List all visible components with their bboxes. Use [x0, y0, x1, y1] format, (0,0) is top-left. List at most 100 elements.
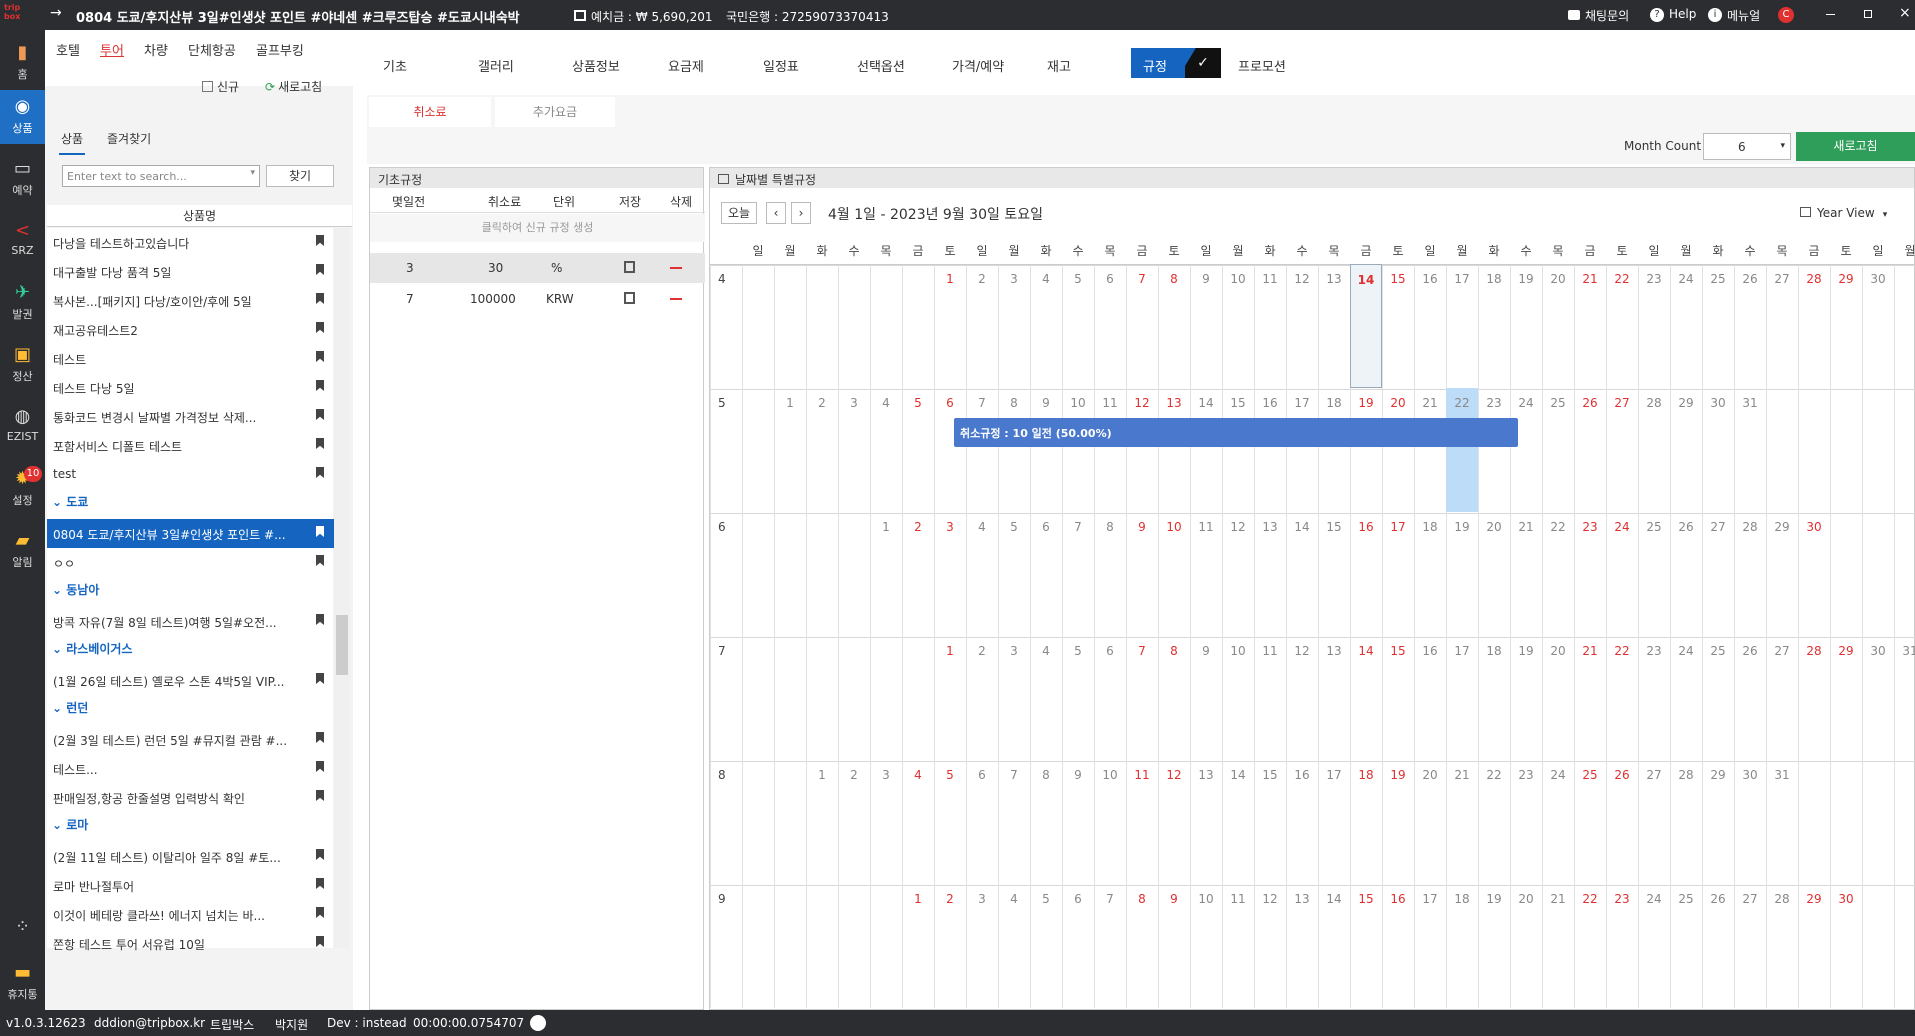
calendar-day[interactable]: 17 — [1286, 396, 1318, 410]
calendar-day[interactable]: 12 — [1158, 768, 1190, 782]
calendar-day[interactable]: 27 — [1766, 272, 1798, 286]
calendar-day[interactable]: 30 — [1862, 272, 1894, 286]
calendar-day[interactable]: 4 — [966, 520, 998, 534]
calendar-day[interactable]: 8 — [1126, 892, 1158, 906]
bookmark-icon[interactable] — [316, 438, 324, 449]
calendar-day[interactable]: 21 — [1542, 892, 1574, 906]
play-icon[interactable] — [530, 1015, 546, 1031]
calendar-day[interactable]: 5 — [934, 768, 966, 782]
refresh-button[interactable]: ⟳ 새로고침 — [265, 78, 322, 95]
tab-hotel[interactable]: 호텔 — [56, 40, 80, 59]
bookmark-icon[interactable] — [316, 907, 324, 918]
calendar-day[interactable]: 15 — [1318, 520, 1350, 534]
calendar-day[interactable]: 26 — [1734, 644, 1766, 658]
calendar-day[interactable]: 14 — [1350, 264, 1382, 388]
delete-icon[interactable] — [670, 298, 682, 300]
calendar-day[interactable]: 3 — [998, 644, 1030, 658]
next-button[interactable]: › — [791, 202, 811, 224]
calendar-day[interactable]: 29 — [1830, 272, 1862, 286]
scroll-thumb[interactable] — [336, 615, 348, 675]
bookmark-icon[interactable] — [316, 235, 324, 246]
calendar-day[interactable]: 15 — [1382, 644, 1414, 658]
calendar-day[interactable]: 10 — [1158, 520, 1190, 534]
calendar-day[interactable]: 9 — [1062, 768, 1094, 782]
tab-stock[interactable]: 재고 — [1047, 56, 1071, 75]
back-arrow-icon[interactable]: → — [50, 5, 62, 21]
calendar-day[interactable]: 23 — [1574, 520, 1606, 534]
calendar-day[interactable]: 19 — [1510, 272, 1542, 286]
calendar-day[interactable]: 28 — [1734, 520, 1766, 534]
calendar-day[interactable]: 9 — [1190, 644, 1222, 658]
calendar-day[interactable]: 31 — [1894, 644, 1915, 658]
list-item[interactable]: (1월 26일 테스트) 옐로우 스톤 4박5일 VIP... — [47, 666, 334, 695]
save-icon[interactable] — [624, 261, 635, 273]
calendar-day[interactable]: 26 — [1606, 768, 1638, 782]
list-item[interactable]: 테스트 — [47, 344, 334, 373]
calendar-day[interactable]: 3 — [870, 768, 902, 782]
list-item[interactable]: 복사본...[패키지] 다낭/호이안/후에 5일 — [47, 286, 334, 315]
find-button[interactable]: 찾기 — [266, 165, 334, 187]
calendar-day[interactable]: 10 — [1094, 768, 1126, 782]
calendar-day[interactable]: 10 — [1062, 396, 1094, 410]
tab-tour[interactable]: 투어 — [100, 40, 124, 59]
bookmark-icon[interactable] — [316, 351, 324, 362]
calendar-day[interactable]: 15 — [1350, 892, 1382, 906]
calendar-day[interactable]: 11 — [1254, 644, 1286, 658]
list-item[interactable]: 판매일정,항공 한줄설명 입력방식 확인 — [47, 783, 334, 812]
calendar-day[interactable]: 14 — [1190, 396, 1222, 410]
calendar-day[interactable]: 7 — [1126, 272, 1158, 286]
chat-button[interactable]: 채팅문의 — [1585, 7, 1629, 24]
calendar-day[interactable]: 27 — [1606, 396, 1638, 410]
calendar-day[interactable]: 9 — [1126, 520, 1158, 534]
list-item[interactable]: 테스트... — [47, 754, 334, 783]
calendar-day[interactable]: 7 — [1094, 892, 1126, 906]
today-button[interactable]: 오늘 — [721, 202, 757, 224]
calendar-day[interactable]: 18 — [1350, 768, 1382, 782]
calendar-day[interactable]: 16 — [1350, 520, 1382, 534]
calendar-day[interactable]: 7 — [966, 396, 998, 410]
tab-itinerary[interactable]: 일정표 — [763, 56, 799, 75]
bookmark-icon[interactable] — [316, 380, 324, 391]
calendar-day[interactable]: 3 — [934, 520, 966, 534]
list-group-header[interactable]: ⌄ 동남아 — [52, 581, 99, 603]
calendar-day[interactable]: 5 — [1030, 892, 1062, 906]
calendar-day[interactable]: 23 — [1638, 272, 1670, 286]
calendar-day[interactable]: 7 — [998, 768, 1030, 782]
calendar-day[interactable]: 27 — [1638, 768, 1670, 782]
calendar-day[interactable]: 3 — [838, 396, 870, 410]
calendar-day[interactable]: 6 — [934, 396, 966, 410]
calendar-day[interactable]: 11 — [1254, 272, 1286, 286]
calendar-day[interactable]: 24 — [1670, 272, 1702, 286]
calendar-day[interactable]: 28 — [1798, 644, 1830, 658]
help-button[interactable]: Help — [1669, 7, 1696, 21]
calendar-day[interactable]: 5 — [1062, 272, 1094, 286]
calendar-day[interactable]: 15 — [1254, 768, 1286, 782]
calendar-day[interactable]: 12 — [1286, 272, 1318, 286]
tab-vehicle[interactable]: 차량 — [144, 40, 168, 59]
calendar-day[interactable]: 11 — [1222, 892, 1254, 906]
calendar-day[interactable]: 20 — [1382, 396, 1414, 410]
calendar-day[interactable]: 28 — [1638, 396, 1670, 410]
calendar-day[interactable]: 13 — [1318, 644, 1350, 658]
calendar-day[interactable]: 4 — [870, 396, 902, 410]
tab-extra-fee[interactable]: 추가요금 — [495, 97, 615, 127]
calendar-day[interactable]: 4 — [1030, 272, 1062, 286]
list-item[interactable]: (2월 3일 테스트) 런던 5일 #뮤지컬 관람 #... — [47, 725, 334, 754]
calendar-day[interactable]: 2 — [966, 272, 998, 286]
calendar-day[interactable]: 28 — [1798, 272, 1830, 286]
calendar-day[interactable]: 22 — [1478, 768, 1510, 782]
calendar-day[interactable]: 7 — [1062, 520, 1094, 534]
calendar-day[interactable]: 12 — [1126, 396, 1158, 410]
calendar-day[interactable]: 23 — [1478, 396, 1510, 410]
calendar-day[interactable]: 26 — [1574, 396, 1606, 410]
calendar-day[interactable]: 1 — [774, 396, 806, 410]
bookmark-icon[interactable] — [316, 878, 324, 889]
list-group-header[interactable]: ⌄ 로마 — [52, 816, 88, 838]
tab-gallery[interactable]: 갤러리 — [478, 56, 514, 75]
calendar-day[interactable]: 4 — [902, 768, 934, 782]
bookmark-icon[interactable] — [316, 293, 324, 304]
calendar-day[interactable]: 22 — [1574, 892, 1606, 906]
bookmark-icon[interactable] — [316, 322, 324, 333]
tab-golf[interactable]: 골프부킹 — [256, 40, 304, 59]
calendar-day[interactable]: 9 — [1030, 396, 1062, 410]
